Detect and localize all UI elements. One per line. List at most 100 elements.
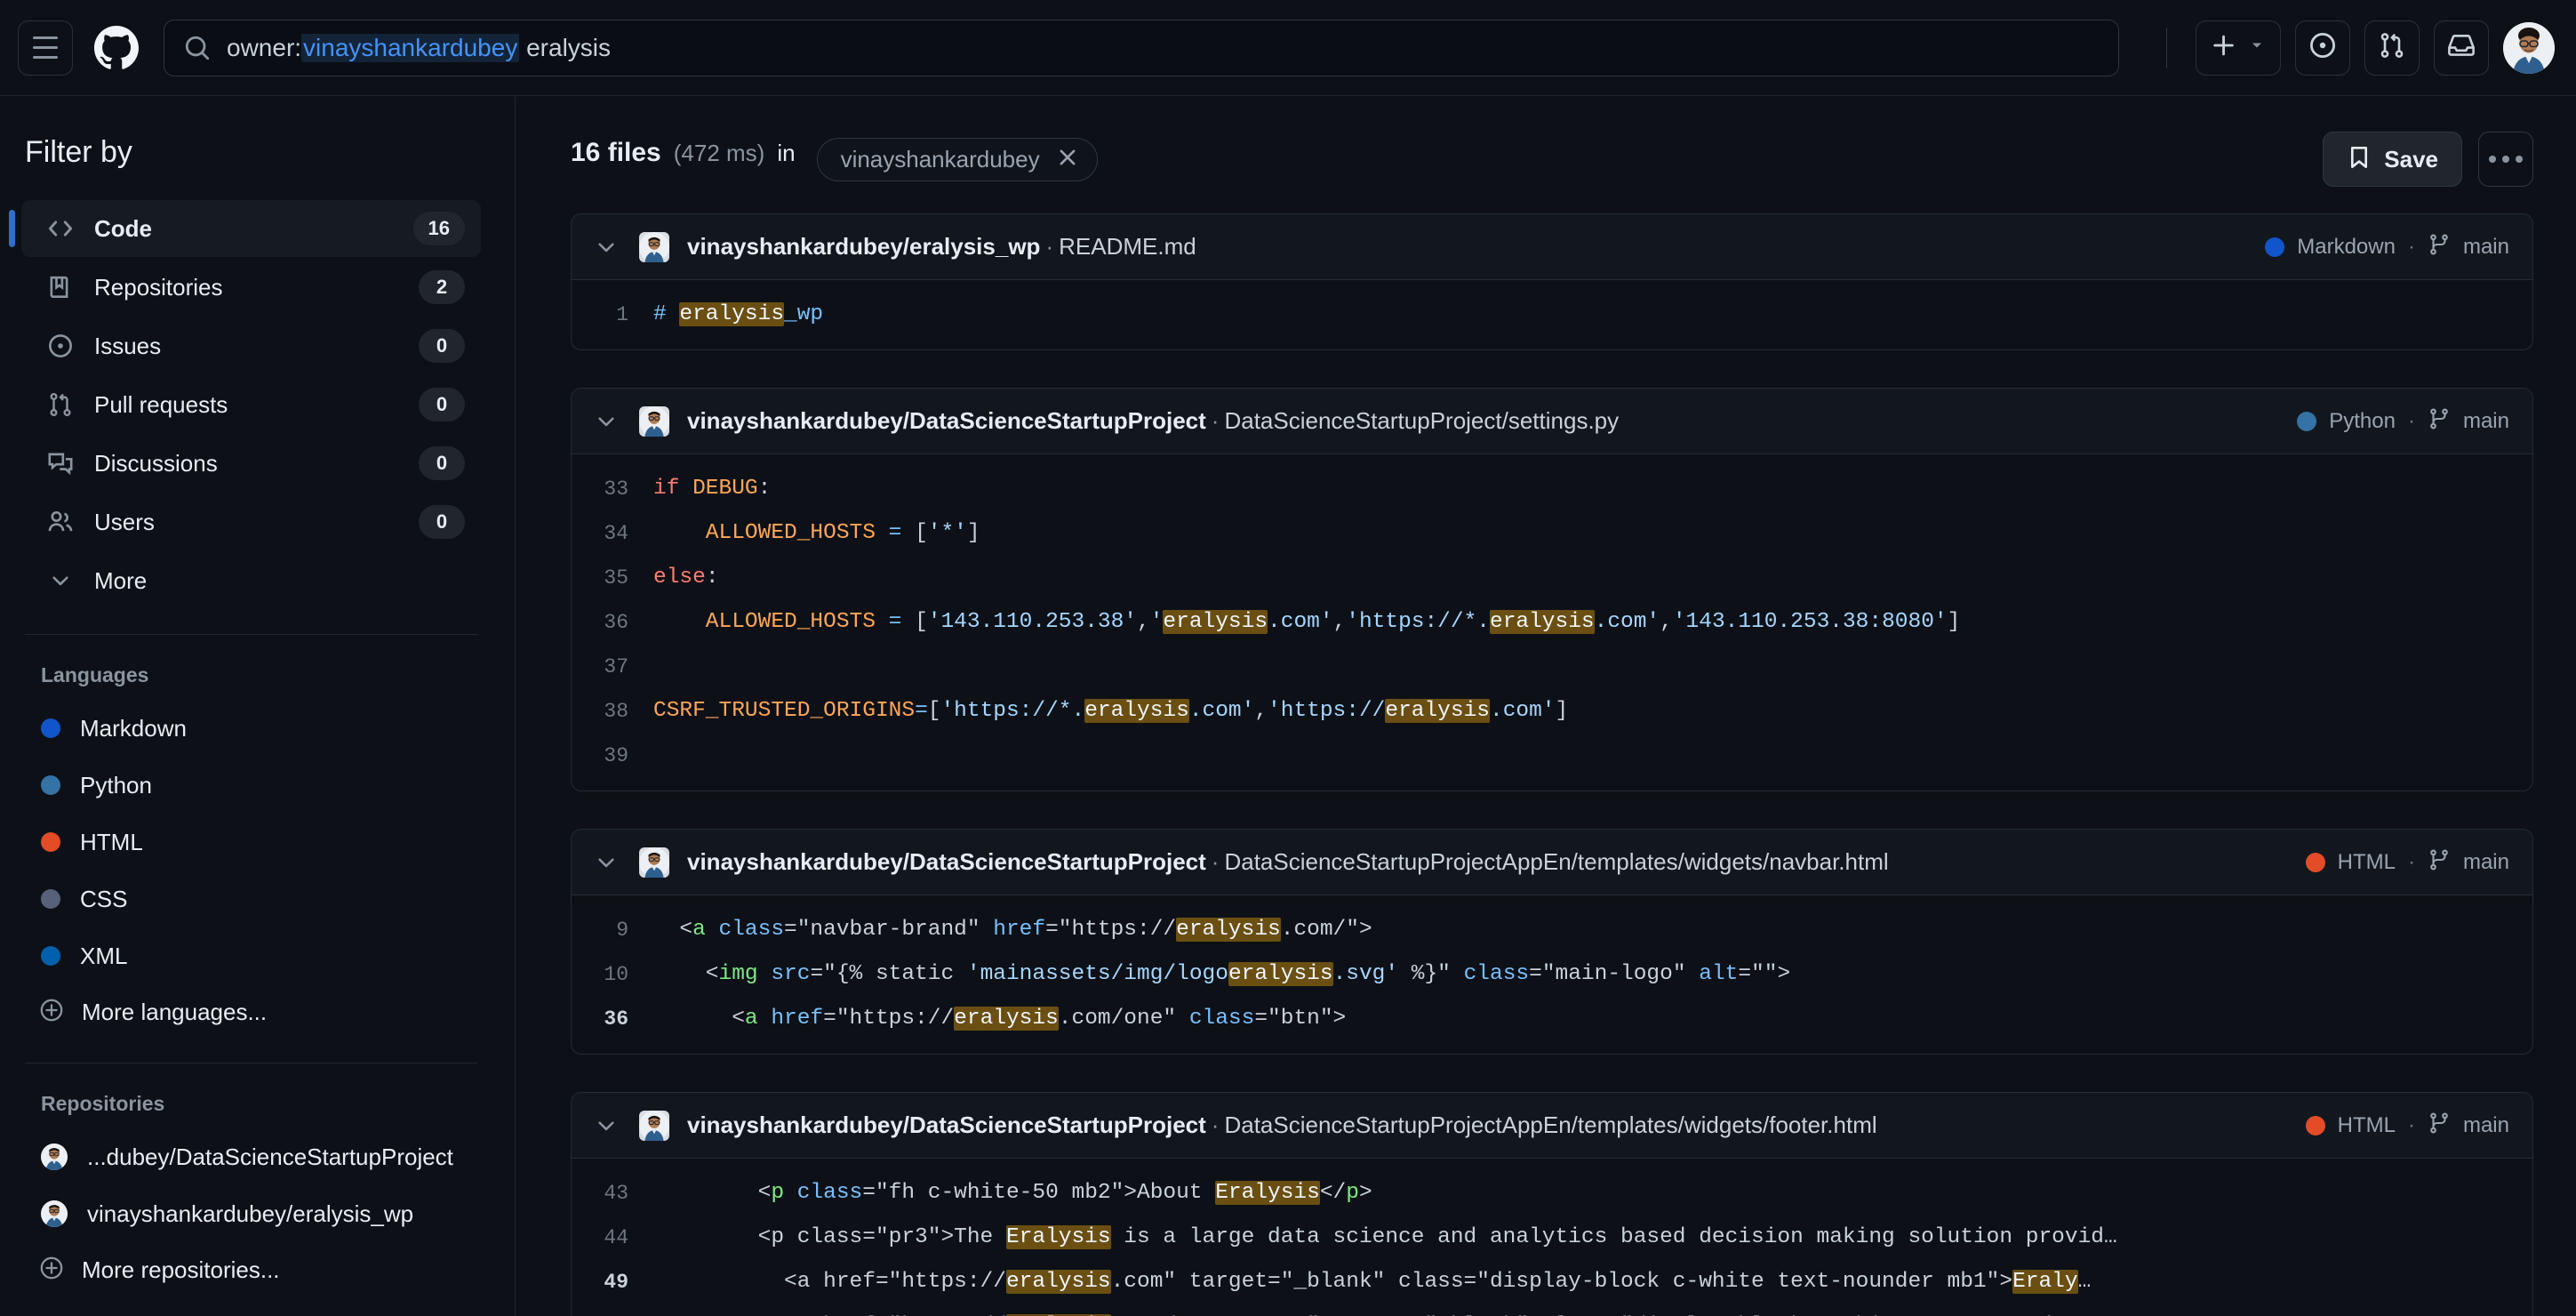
more-options-button[interactable]: [2478, 132, 2533, 187]
line-number: 9: [616, 919, 628, 942]
save-button[interactable]: Save: [2323, 132, 2462, 187]
sidebar-item-issues[interactable]: Issues 0: [21, 317, 481, 374]
code-snippet: 43 <p class="fh c-white-50 mb2">About Er…: [572, 1159, 2532, 1316]
people-icon: [46, 509, 75, 535]
comment-discussion-icon: [46, 450, 75, 477]
chevron-down-icon[interactable]: [591, 1114, 621, 1137]
separator-dot: ·: [2407, 408, 2415, 433]
github-logo-icon[interactable]: [89, 20, 144, 76]
repository-item[interactable]: ...dubey/DataScienceStartupProject: [21, 1128, 481, 1185]
results-list: vinayshankardubey/eralysis_wp · README.md M…: [558, 213, 2542, 1316]
code-line[interactable]: 44 <p class="pr3">The Eralysis is a larg…: [572, 1216, 2532, 1260]
code-token: alt: [1685, 962, 1739, 986]
repository-name[interactable]: vinayshankardubey/DataScienceStartupProj…: [687, 848, 1206, 875]
code-line[interactable]: 54 <a href="https://eralysis.com/contact…: [572, 1304, 2532, 1316]
language-item-html[interactable]: HTML: [21, 814, 481, 871]
code-result-title[interactable]: vinayshankardubey/eralysis_wp · README.md: [687, 233, 2247, 261]
code-line[interactable]: 1 # eralysis_wp: [572, 293, 2532, 337]
code-line[interactable]: 33 if DEBUG:: [572, 467, 2532, 511]
repository-item[interactable]: vinayshankardubey/eralysis_wp: [21, 1185, 481, 1242]
code-token: Eralysis: [1215, 1181, 1320, 1205]
chevron-down-icon[interactable]: [591, 851, 621, 874]
code-line[interactable]: 9 <a class="navbar-brand" href="https://…: [572, 908, 2532, 952]
file-path[interactable]: DataScienceStartupProjectAppEn/templates…: [1224, 848, 1888, 875]
sidebar-item-pull-requests[interactable]: Pull requests 0: [21, 376, 481, 433]
file-path[interactable]: DataScienceStartupProjectAppEn/templates…: [1224, 1111, 1876, 1138]
code-result-meta: HTML · main: [2305, 1111, 2509, 1139]
code-token: =: [862, 1181, 876, 1205]
code-token: =: [1738, 962, 1752, 986]
language-item-markdown[interactable]: Markdown: [21, 700, 481, 757]
sidebar-item-code[interactable]: Code 16: [21, 200, 481, 257]
chevron-down-icon[interactable]: [591, 236, 621, 259]
code-token: eralysis: [1228, 962, 1333, 986]
line-number: 36: [604, 611, 628, 634]
code-line[interactable]: 36 <a href="https://eralysis.com/one" cl…: [572, 997, 2532, 1041]
code-line[interactable]: 39: [572, 734, 2532, 778]
branch-label: main: [2462, 849, 2509, 874]
more-repositories-button[interactable]: More repositories...: [21, 1242, 481, 1297]
code-token: CSRF_TRUSTED_ORIGINS: [653, 699, 916, 723]
avatar: [639, 847, 669, 878]
results-actions: Save: [2323, 132, 2533, 187]
issues-button[interactable]: [2295, 20, 2350, 76]
code-line[interactable]: 38 CSRF_TRUSTED_ORIGINS=['https://*.eraly…: [572, 689, 2532, 734]
owner-filter-chip[interactable]: vinayshankardubey: [816, 137, 1098, 181]
notifications-button[interactable]: [2434, 20, 2489, 76]
code-line[interactable]: 10 <img src="{% static 'mainassets/img/l…: [572, 952, 2532, 997]
code-result-card: vinayshankardubey/eralysis_wp · README.md M…: [571, 213, 2533, 350]
code-token: >: [1358, 1181, 1372, 1205]
issue-opened-icon: [2308, 31, 2337, 64]
menu-button[interactable]: [18, 20, 73, 76]
sidebar-item-label: Users: [94, 508, 155, 535]
language-label: Python: [2329, 408, 2396, 433]
code-token: class: [1450, 962, 1530, 986]
language-item-python[interactable]: Python: [21, 757, 481, 814]
code-result-title[interactable]: vinayshankardubey/DataScienceStartupProj…: [687, 1111, 2288, 1139]
code-token: Eralysis: [1005, 1225, 1111, 1249]
chevron-down-icon: [46, 569, 75, 592]
language-label: Python: [80, 771, 152, 798]
page-body: Filter by Code 16 Repositories 2 Issues …: [0, 96, 2576, 1316]
repository-name[interactable]: vinayshankardubey/DataScienceStartupProj…: [687, 407, 1206, 434]
create-new-button[interactable]: [2196, 20, 2281, 76]
sidebar-item-users[interactable]: Users 0: [21, 494, 481, 550]
code-result-card: vinayshankardubey/DataScienceStartupProj…: [571, 1092, 2533, 1316]
close-icon[interactable]: [1056, 146, 1079, 173]
repository-name[interactable]: vinayshankardubey/DataScienceStartupProj…: [687, 1111, 1206, 1138]
file-path[interactable]: DataScienceStartupProject/settings.py: [1224, 407, 1619, 434]
code-line[interactable]: 35 else:: [572, 556, 2532, 600]
inbox-icon: [2447, 31, 2476, 64]
avatar[interactable]: [2503, 21, 2555, 74]
more-languages-button[interactable]: More languages...: [21, 984, 481, 1039]
sidebar-item-repositories[interactable]: Repositories 2: [21, 259, 481, 316]
code-line-text: ALLOWED_HOSTS = ['*']: [653, 511, 2532, 556]
code-token: =: [915, 699, 928, 723]
code-token: class: [784, 1181, 863, 1205]
code-token: "fh c-white-50 mb2">About: [875, 1181, 1216, 1205]
code-line[interactable]: 43 <p class="fh c-white-50 mb2">About Er…: [572, 1171, 2532, 1216]
language-item-xml[interactable]: XML: [21, 927, 481, 984]
sidebar-item-more[interactable]: More: [21, 552, 481, 609]
repository-name[interactable]: vinayshankardubey/eralysis_wp: [687, 233, 1040, 260]
line-number: 49: [604, 1271, 628, 1294]
code-result-title[interactable]: vinayshankardubey/DataScienceStartupProj…: [687, 848, 2288, 876]
code-result-title[interactable]: vinayshankardubey/DataScienceStartupProj…: [687, 407, 2279, 435]
sidebar-item-count: 0: [419, 388, 465, 421]
file-path[interactable]: README.md: [1059, 233, 1196, 260]
code-token: .com': [1594, 610, 1660, 634]
code-line[interactable]: 34 ALLOWED_HOSTS = ['*']: [572, 511, 2532, 556]
results-in-label: in: [777, 139, 796, 166]
pull-requests-button[interactable]: [2364, 20, 2420, 76]
branch-label: main: [2462, 408, 2509, 433]
code-line[interactable]: 37: [572, 645, 2532, 689]
git-branch-icon: [2428, 407, 2451, 435]
search-input[interactable]: owner:vinayshankardubey eralysis: [164, 19, 2119, 76]
sidebar-item-count: 0: [419, 446, 465, 480]
chevron-down-icon[interactable]: [591, 410, 621, 433]
language-item-css[interactable]: CSS: [21, 871, 481, 927]
code-token: "btn">: [1268, 1007, 1347, 1031]
code-line[interactable]: 49 <a href="https://eralysis.com" target…: [572, 1260, 2532, 1304]
code-line[interactable]: 36 ALLOWED_HOSTS = ['143.110.253.38','er…: [572, 600, 2532, 645]
sidebar-item-discussions[interactable]: Discussions 0: [21, 435, 481, 492]
